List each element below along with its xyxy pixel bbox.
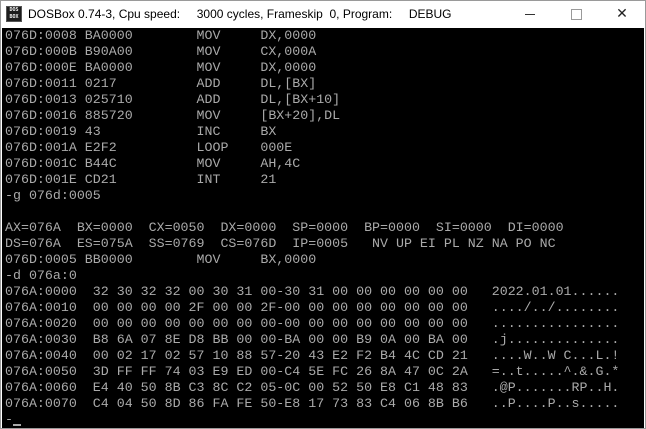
maximize-icon [570, 8, 582, 20]
terminal-line: 076A:0030 B8 6A 07 8E D8 BB 00 00-BA 00 … [5, 332, 620, 347]
terminal-line: -g 076d:0005 [5, 188, 101, 203]
terminal-line: 076A:0050 3D FF FF 74 03 E9 ED 00-C4 5E … [5, 364, 620, 379]
terminal-line: 076A:0020 00 00 00 00 00 00 00 00-00 00 … [5, 316, 620, 331]
title-bar[interactable]: DOS BOX DOSBox 0.74-3, Cpu speed: 3000 c… [1, 1, 645, 27]
terminal-line: 076D:001E CD21 INT 21 [5, 172, 277, 187]
close-icon: ✕ [616, 6, 628, 22]
terminal-line: AX=076A BX=0000 CX=0050 DX=0000 SP=0000 … [5, 220, 564, 235]
dosbox-window: DOS BOX DOSBox 0.74-3, Cpu speed: 3000 c… [0, 0, 646, 429]
terminal-line: 076A:0040 00 02 17 02 57 10 88 57-20 43 … [5, 348, 620, 363]
terminal-line: DS=076A ES=075A SS=0769 CS=076D IP=0005 … [5, 236, 556, 251]
terminal-line: 076D:001A E2F2 LOOP 000E [5, 140, 293, 155]
command-prompt-line[interactable]: - [5, 412, 21, 428]
terminal-line: 076D:0005 BB0000 MOV BX,0000 [5, 252, 317, 267]
minimize-icon [525, 13, 535, 15]
terminal-line: 076D:001C B44C MOV AH,4C [5, 156, 301, 171]
terminal-line: 076A:0000 32 30 32 32 00 30 31 00-30 31 … [5, 284, 620, 299]
maximize-button[interactable] [553, 1, 599, 27]
terminal-line: 076A:0060 E4 40 50 8B C3 8C C2 05-0C 00 … [5, 380, 620, 395]
terminal-line: 076D:000B B90A00 MOV CX,000A [5, 44, 317, 59]
terminal-line: 076D:000E BA0000 MOV DX,0000 [5, 60, 317, 75]
minimize-button[interactable] [507, 1, 553, 27]
terminal-line: 076D:0016 885720 MOV [BX+20],DL [5, 108, 341, 123]
app-icon-text-top: DOS [9, 7, 19, 13]
terminal-line: 076D:0013 025710 ADD DL,[BX+10] [5, 92, 341, 107]
terminal-line: 076D:0008 BA0000 MOV DX,0000 [5, 28, 317, 43]
dos-terminal-screen[interactable]: 076D:0008 BA0000 MOV DX,0000 076D:000B B… [2, 28, 644, 428]
terminal-line: -d 076a:0 [5, 268, 77, 283]
dosbox-app-icon[interactable]: DOS BOX [6, 6, 22, 22]
window-title: DOSBox 0.74-3, Cpu speed: 3000 cycles, F… [28, 7, 452, 21]
terminal-line: 076A:0070 C4 04 50 8D 86 FA FE 50-E8 17 … [5, 396, 620, 411]
app-icon-text-bottom: BOX [9, 14, 19, 20]
text-cursor [12, 424, 21, 426]
terminal-line: 076D:0019 43 INC BX [5, 124, 277, 139]
terminal-line: 076A:0010 00 00 00 00 2F 00 00 2F-00 00 … [5, 300, 620, 315]
terminal-line: 076D:0011 0217 ADD DL,[BX] [5, 76, 317, 91]
command-prompt: - [5, 412, 13, 427]
close-button[interactable]: ✕ [599, 1, 645, 27]
